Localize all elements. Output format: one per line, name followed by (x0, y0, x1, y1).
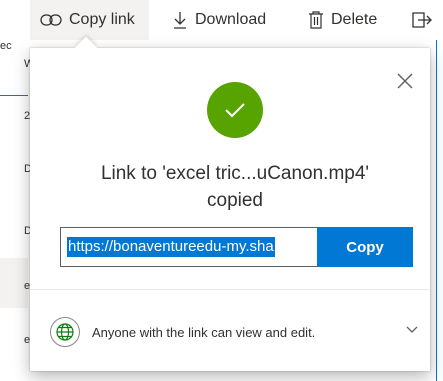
copy-button[interactable]: Copy (317, 227, 413, 267)
close-icon (397, 73, 413, 89)
chevron-down-icon (406, 326, 418, 333)
dialog-divider (30, 289, 430, 290)
move-to-icon (412, 12, 432, 28)
copy-link-label: Copy link (69, 11, 135, 28)
link-icon (40, 14, 62, 26)
list-focus-border (0, 95, 28, 96)
success-badge (207, 82, 263, 138)
trash-icon (309, 11, 323, 29)
copied-message-line1: Link to 'excel tric...uCanon.mp4' (100, 163, 370, 184)
copied-message: Link to 'excel tric...uCanon.mp4' copied (50, 160, 420, 214)
command-bar: Copy link Download Delete (0, 0, 443, 40)
dialog-pointer (74, 36, 98, 60)
close-button[interactable] (394, 70, 416, 92)
delete-label: Delete (331, 11, 378, 28)
link-settings-button[interactable]: Anyone with the link can view and edit. (50, 310, 420, 354)
list-focus-outline (436, 40, 437, 381)
download-icon (174, 12, 186, 29)
link-url-text: https://bonaventureedu-my.sha (67, 237, 275, 257)
checkmark-icon (225, 103, 245, 118)
copied-message-line2: copied (207, 190, 263, 211)
permission-text: Anyone with the link can view and edit. (92, 324, 316, 340)
list-fragment-text: ec (0, 40, 12, 52)
globe-icon (50, 317, 80, 347)
delete-button[interactable]: Delete (308, 0, 377, 40)
move-to-button[interactable] (412, 0, 432, 40)
copy-link-button[interactable]: Copy link (30, 0, 149, 40)
link-url-field[interactable]: https://bonaventureedu-my.sha (60, 227, 317, 267)
download-button[interactable]: Download (172, 0, 266, 40)
download-label: Download (195, 11, 267, 28)
link-row: https://bonaventureedu-my.sha Copy (60, 227, 413, 267)
copy-link-dialog: Link to 'excel tric...uCanon.mp4' copied… (30, 36, 430, 371)
